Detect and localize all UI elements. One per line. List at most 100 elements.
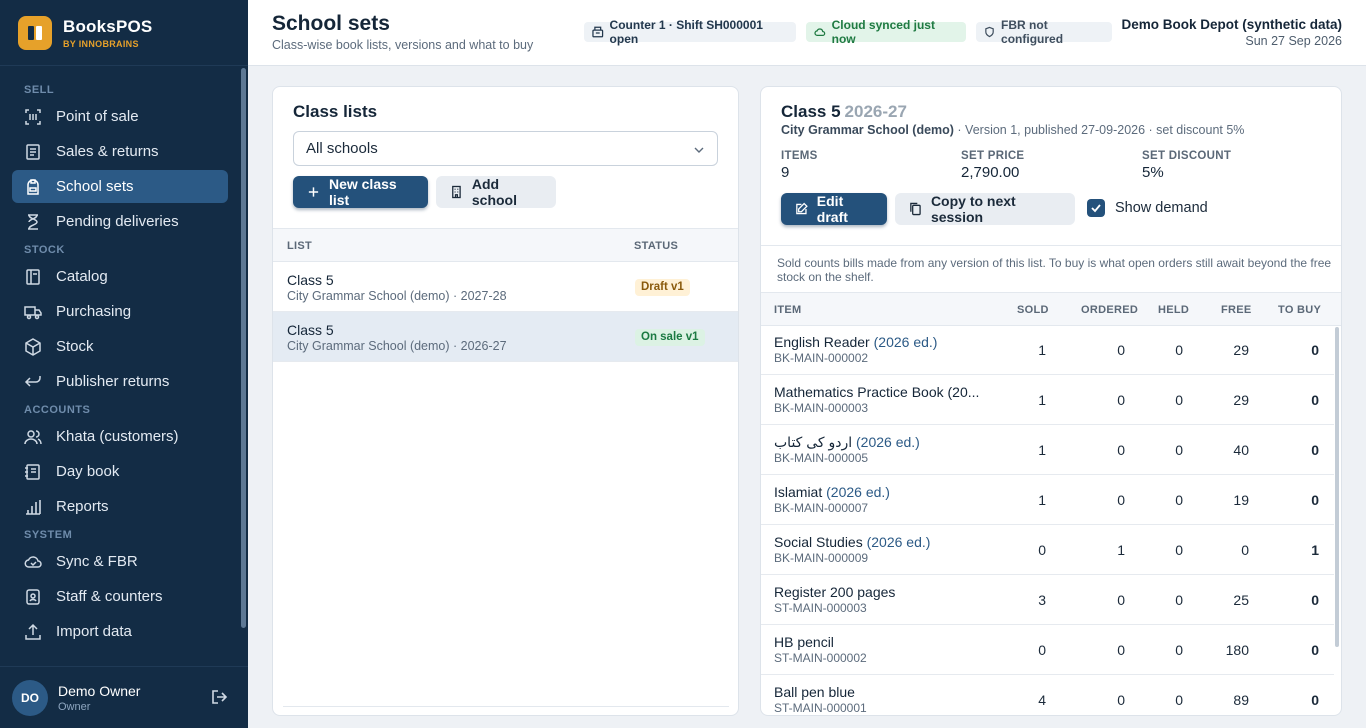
user-profile[interactable]: DO Demo Owner Owner bbox=[0, 666, 248, 728]
detail-meta: City Grammar School (demo) · Version 1, … bbox=[781, 123, 1244, 137]
top-header: School sets Class-wise book lists, versi… bbox=[248, 0, 1366, 66]
item-row[interactable]: Islamiat (2026 ed.) BK-MAIN-000007 1 0 0 19 0 bbox=[761, 475, 1334, 525]
item-held-value: 0 bbox=[1175, 592, 1183, 608]
show-demand-toggle[interactable]: Show demand bbox=[1087, 199, 1208, 217]
add-school-button[interactable]: Add school bbox=[436, 176, 556, 208]
edit-draft-button[interactable]: Edit draft bbox=[781, 193, 887, 225]
item-ordered-value: 1 bbox=[1117, 542, 1125, 558]
copy-to-next-session-label: Copy to next session bbox=[930, 193, 1016, 225]
cloud-sync-chip[interactable]: Cloud synced just now bbox=[806, 18, 966, 46]
item-row[interactable]: اردو کی کتاب (2026 ed.) BK-MAIN-000005 1 0 0… bbox=[761, 425, 1334, 475]
column-to-buy: TO BUY bbox=[1278, 304, 1322, 316]
column-sold: SOLD bbox=[1017, 304, 1049, 316]
sidebar-item-khata[interactable]: Khata (customers) bbox=[12, 420, 228, 453]
school-filter-value: All schools bbox=[306, 140, 378, 157]
item-row[interactable]: HB pencil ST-MAIN-000002 0 0 0 180 0 bbox=[761, 625, 1334, 675]
sidebar-item-publisher-returns[interactable]: Publisher returns bbox=[12, 365, 228, 398]
brand-name: BooksPOS bbox=[63, 16, 153, 36]
stat-set-price-value: 2,790.00 bbox=[961, 164, 1020, 181]
sidebar-item-import-data[interactable]: Import data bbox=[12, 615, 228, 648]
item-held-value: 0 bbox=[1175, 692, 1183, 708]
item-free-value: 25 bbox=[1233, 592, 1249, 608]
sidebar-item-point-of-sale[interactable]: Point of sale bbox=[12, 100, 228, 133]
item-sku: BK-MAIN-000009 bbox=[774, 551, 869, 565]
sidebar-item-label: Catalog bbox=[56, 268, 108, 285]
sidebar-item-school-sets[interactable]: School sets bbox=[12, 170, 228, 203]
edit-icon bbox=[796, 202, 808, 215]
counter-status-chip[interactable]: Counter 1 · Shift SH000001 open bbox=[584, 18, 796, 46]
fbr-status-text: FBR not configured bbox=[1001, 18, 1064, 46]
nav-section-stock: STOCK bbox=[24, 244, 65, 256]
item-row[interactable]: Mathematics Practice Book (20... BK-MAIN-… bbox=[761, 375, 1334, 425]
items-table-scrollbar[interactable] bbox=[1335, 327, 1339, 647]
item-row[interactable]: Social Studies (2026 ed.) BK-MAIN-000009 0… bbox=[761, 525, 1334, 575]
avatar: DO bbox=[12, 679, 48, 716]
sidebar-item-catalog[interactable]: Catalog bbox=[12, 260, 228, 293]
item-row[interactable]: English Reader (2026 ed.) BK-MAIN-000002 1… bbox=[761, 325, 1334, 375]
new-class-list-button[interactable]: New class list bbox=[293, 176, 428, 208]
sidebar-item-day-book[interactable]: Day book bbox=[12, 455, 228, 488]
item-free-value: 29 bbox=[1233, 342, 1249, 358]
class-list-title: Class 5 bbox=[287, 272, 334, 288]
brand[interactable]: BooksPOS BY INNOBRAINS bbox=[0, 0, 248, 66]
bar-chart-icon bbox=[26, 499, 41, 515]
notebook-icon bbox=[25, 463, 40, 480]
item-sku: BK-MAIN-000005 bbox=[774, 451, 869, 465]
organization-name: Demo Book Depot (synthetic data) bbox=[1121, 17, 1342, 32]
item-sold-value: 3 bbox=[1038, 592, 1046, 608]
building-icon bbox=[452, 185, 461, 199]
item-sku: BK-MAIN-000002 bbox=[774, 351, 869, 365]
item-held-value: 0 bbox=[1175, 442, 1183, 458]
copy-to-next-session-button[interactable]: Copy to next session bbox=[895, 193, 1075, 225]
counter-status-text: Counter 1 · Shift SH000001 open bbox=[609, 18, 763, 46]
sidebar-item-label: Khata (customers) bbox=[56, 428, 179, 445]
item-name: Mathematics Practice Book (20... bbox=[774, 384, 992, 400]
sidebar-item-stock[interactable]: Stock bbox=[12, 330, 228, 363]
user-name: Demo Owner bbox=[58, 682, 141, 699]
show-demand-label: Show demand bbox=[1115, 200, 1208, 216]
class-list-row[interactable]: Class 5 City Grammar School (demo) · 202… bbox=[273, 262, 738, 312]
item-free-value: 29 bbox=[1233, 392, 1249, 408]
class-list-row[interactable]: Class 5 City Grammar School (demo) · 202… bbox=[273, 312, 738, 362]
item-to-buy-value: 0 bbox=[1311, 392, 1319, 408]
sidebar-item-purchasing[interactable]: Purchasing bbox=[12, 295, 228, 328]
show-demand-checkbox[interactable] bbox=[1087, 199, 1105, 217]
badge-icon bbox=[26, 588, 40, 605]
stat-set-discount-value: 5% bbox=[1142, 164, 1164, 181]
item-ordered-value: 0 bbox=[1117, 492, 1125, 508]
items-table-header: ITEM SOLD ORDERED HELD FREE TO BUY bbox=[761, 292, 1341, 326]
page-title: School sets bbox=[272, 12, 390, 35]
status-badge: On sale v1 bbox=[635, 329, 705, 346]
sidebar-item-staff-counters[interactable]: Staff & counters bbox=[12, 580, 228, 613]
fbr-status-chip[interactable]: FBR not configured bbox=[976, 18, 1112, 46]
user-role: Owner bbox=[58, 700, 91, 713]
item-ordered-value: 0 bbox=[1117, 342, 1125, 358]
item-row[interactable]: Ball pen blue ST-MAIN-000001 4 0 0 89 0 bbox=[761, 675, 1334, 715]
column-free: FREE bbox=[1221, 304, 1252, 316]
item-row[interactable]: Register 200 pages ST-MAIN-000003 3 0 0 25 0 bbox=[761, 575, 1334, 625]
item-free-value: 0 bbox=[1241, 542, 1249, 558]
item-name: English Reader (2026 ed.) bbox=[774, 334, 992, 350]
logout-icon[interactable] bbox=[210, 687, 230, 707]
item-to-buy-value: 0 bbox=[1311, 642, 1319, 658]
class-list-detail-panel: Class 5 2026-27 City Grammar School (demo… bbox=[760, 86, 1342, 716]
sidebar: BooksPOS BY INNOBRAINS SELL Point of sal… bbox=[0, 0, 248, 728]
stat-items-label: ITEMS bbox=[781, 150, 818, 162]
backpack-icon bbox=[27, 178, 39, 195]
sidebar-item-sync-fbr[interactable]: Sync & FBR bbox=[12, 545, 228, 578]
item-name: Ball pen blue bbox=[774, 684, 992, 700]
school-filter-select[interactable]: All schools bbox=[293, 131, 718, 166]
register-icon bbox=[592, 26, 604, 38]
item-free-value: 19 bbox=[1233, 492, 1249, 508]
sidebar-item-pending-deliveries[interactable]: Pending deliveries bbox=[12, 205, 228, 238]
nav-section-system: SYSTEM bbox=[24, 529, 73, 541]
sidebar-item-reports[interactable]: Reports bbox=[12, 490, 228, 523]
sidebar-item-sales-returns[interactable]: Sales & returns bbox=[12, 135, 228, 168]
sidebar-item-label: Publisher returns bbox=[56, 373, 170, 390]
column-held: HELD bbox=[1158, 304, 1190, 316]
item-sold-value: 4 bbox=[1038, 692, 1046, 708]
sidebar-scrollbar[interactable] bbox=[241, 68, 246, 628]
item-held-value: 0 bbox=[1175, 492, 1183, 508]
chevron-down-icon bbox=[694, 147, 704, 153]
cloud-icon bbox=[24, 555, 42, 568]
